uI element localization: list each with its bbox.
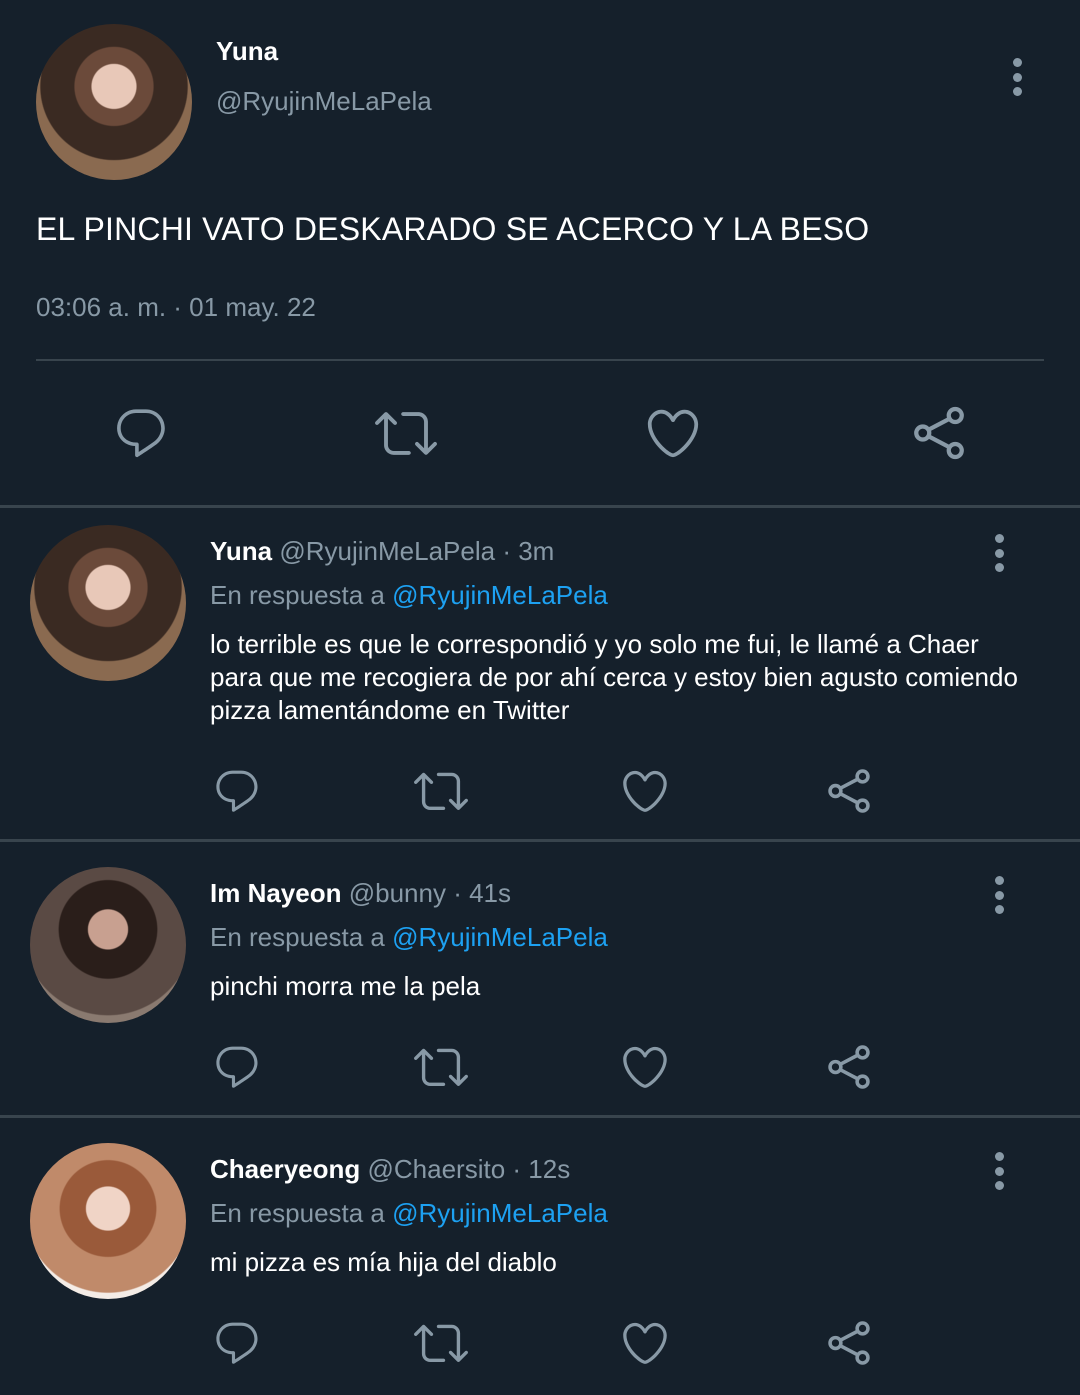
- reply-context: En respuesta a @RyujinMeLaPela: [210, 922, 608, 953]
- avatar[interactable]: [30, 867, 186, 1023]
- avatar[interactable]: [30, 1143, 186, 1299]
- like-button[interactable]: [618, 1316, 672, 1370]
- reply-icon: [212, 766, 262, 816]
- reply-tweet[interactable]: Yuna @RyujinMeLaPela · 3m En respuesta a…: [0, 508, 1080, 839]
- like-button[interactable]: [640, 400, 706, 466]
- heart-icon: [619, 1317, 671, 1369]
- mention-link[interactable]: @RyujinMeLaPela: [392, 922, 608, 952]
- author-meta: @bunny · 41s: [348, 878, 511, 908]
- reply-icon: [212, 1318, 262, 1368]
- author-name[interactable]: Yuna: [210, 536, 272, 566]
- reply-header: Yuna @RyujinMeLaPela · 3m: [210, 536, 554, 567]
- author-name[interactable]: Yuna: [216, 36, 278, 67]
- author-meta: @RyujinMeLaPela · 3m: [279, 536, 555, 566]
- share-button[interactable]: [822, 1040, 876, 1094]
- reply-header: Im Nayeon @bunny · 41s: [210, 878, 511, 909]
- avatar[interactable]: [36, 24, 192, 180]
- reply-icon: [212, 1042, 262, 1092]
- share-button[interactable]: [822, 1316, 876, 1370]
- divider: [36, 359, 1044, 361]
- heart-icon: [619, 765, 671, 817]
- retweet-button[interactable]: [413, 764, 469, 818]
- like-button[interactable]: [618, 764, 672, 818]
- reply-tweet[interactable]: Chaeryeong @Chaersito · 12s En respuesta…: [0, 1118, 1080, 1395]
- reply-prefix: En respuesta a: [210, 1198, 393, 1228]
- share-icon: [824, 1318, 874, 1368]
- more-options-icon[interactable]: [987, 530, 1011, 576]
- tweet-text: EL PINCHI VATO DESKARADO SE ACERCO Y LA …: [36, 211, 870, 247]
- author-name[interactable]: Im Nayeon: [210, 878, 342, 908]
- reply-button[interactable]: [210, 764, 264, 818]
- share-button[interactable]: [906, 400, 972, 466]
- retweet-button[interactable]: [413, 1040, 469, 1094]
- more-options-icon[interactable]: [987, 872, 1011, 918]
- more-options-icon[interactable]: [1005, 54, 1029, 100]
- reply-context: En respuesta a @RyujinMeLaPela: [210, 580, 608, 611]
- main-tweet: Yuna @RyujinMeLaPela EL PINCHI VATO DESK…: [0, 0, 1080, 505]
- reply-context: En respuesta a @RyujinMeLaPela: [210, 1198, 608, 1229]
- share-icon: [824, 766, 874, 816]
- share-icon: [909, 403, 969, 463]
- reply-header: Chaeryeong @Chaersito · 12s: [210, 1154, 570, 1185]
- retweet-icon: [414, 1316, 468, 1370]
- like-button[interactable]: [618, 1040, 672, 1094]
- reply-icon: [112, 404, 170, 462]
- mention-link[interactable]: @RyujinMeLaPela: [392, 1198, 608, 1228]
- author-handle[interactable]: @RyujinMeLaPela: [216, 86, 432, 117]
- reply-button[interactable]: [108, 400, 174, 466]
- heart-icon: [643, 403, 703, 463]
- avatar[interactable]: [30, 525, 186, 681]
- reply-button[interactable]: [210, 1316, 264, 1370]
- share-icon: [824, 1042, 874, 1092]
- retweet-icon: [414, 1040, 468, 1094]
- mention-link[interactable]: @RyujinMeLaPela: [392, 580, 608, 610]
- reply-button[interactable]: [210, 1040, 264, 1094]
- reply-prefix: En respuesta a: [210, 922, 393, 952]
- tweet-text: lo terrible es que le correspondió y yo …: [210, 629, 1018, 725]
- tweet-timestamp: 03:06 a. m. · 01 may. 22: [36, 292, 316, 322]
- share-button[interactable]: [822, 764, 876, 818]
- author-name[interactable]: Chaeryeong: [210, 1154, 360, 1184]
- reply-prefix: En respuesta a: [210, 580, 393, 610]
- reply-tweet[interactable]: Im Nayeon @bunny · 41s En respuesta a @R…: [0, 842, 1080, 1115]
- retweet-button[interactable]: [413, 1316, 469, 1370]
- tweet-text: mi pizza es mía hija del diablo: [210, 1247, 557, 1277]
- more-options-icon[interactable]: [987, 1148, 1011, 1194]
- retweet-icon: [375, 402, 437, 464]
- author-meta: @Chaersito · 12s: [367, 1154, 571, 1184]
- tweet-text: pinchi morra me la pela: [210, 971, 481, 1001]
- heart-icon: [619, 1041, 671, 1093]
- retweet-icon: [414, 764, 468, 818]
- retweet-button[interactable]: [373, 400, 439, 466]
